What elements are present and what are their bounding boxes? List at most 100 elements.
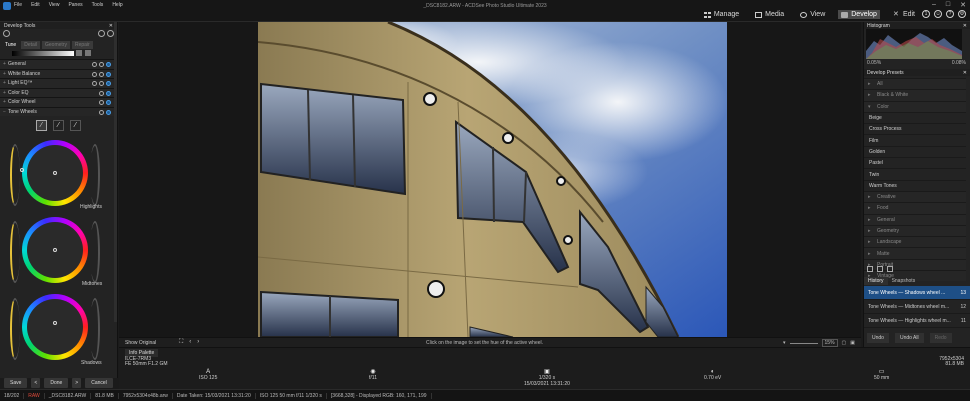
section-tone-wheels[interactable]: − Tone Wheels	[0, 106, 117, 116]
zoom-level[interactable]: 15%	[821, 339, 838, 347]
reset-icon[interactable]	[92, 62, 97, 67]
toggle-icon[interactable]	[106, 100, 111, 105]
mode-edit[interactable]: ✕ Edit	[890, 10, 918, 19]
image-canvas[interactable]	[119, 22, 861, 337]
help-icon[interactable]: ?	[946, 10, 954, 18]
show-original-toggle[interactable]: Show Original	[125, 340, 156, 346]
highlights-saturation-slider[interactable]	[90, 144, 100, 206]
photo-preview[interactable]	[258, 22, 727, 337]
menu-icon[interactable]	[99, 62, 104, 67]
save-button[interactable]: Save	[4, 378, 28, 388]
mode-manage[interactable]: Manage	[701, 10, 742, 19]
tab-history[interactable]: History	[864, 277, 888, 285]
highlights-color-wheel[interactable]	[20, 140, 88, 206]
settings-icon[interactable]: ⚙	[958, 10, 966, 18]
cancel-button[interactable]: Cancel	[85, 378, 113, 388]
preset-pastel[interactable]: Pastel	[864, 157, 966, 168]
maximize-button[interactable]: □	[946, 1, 950, 9]
paste-settings-icon[interactable]	[107, 30, 114, 37]
eyedropper-icon[interactable]: ⁄	[36, 120, 47, 131]
preset-landscape[interactable]: ▸ Landscape	[864, 236, 966, 248]
preset-general[interactable]: ▸ General	[864, 213, 966, 225]
add-preset-icon[interactable]	[867, 266, 873, 272]
midtones-luminance-slider[interactable]	[10, 221, 20, 283]
preset-all[interactable]: ▸ All	[864, 78, 966, 90]
preset-black-white[interactable]: ▸ Black & White	[864, 89, 966, 101]
mode-media[interactable]: Media	[752, 10, 787, 19]
reset-icon[interactable]	[92, 81, 97, 86]
preset-warm-tones[interactable]: Warm Tones	[864, 179, 966, 191]
mode-develop[interactable]: Develop	[838, 10, 880, 19]
done-button[interactable]: Done	[44, 378, 69, 388]
shadow-clip-icon[interactable]	[76, 50, 82, 56]
highlights-hue-handle[interactable]	[20, 168, 24, 172]
shadows-luminance-slider[interactable]	[10, 298, 20, 360]
preset-twin[interactable]: Twin	[864, 168, 966, 179]
preset-matte[interactable]: ▸ Matte	[864, 247, 966, 259]
preset-beige[interactable]: Beige	[864, 111, 966, 123]
preset-creative[interactable]: ▸ Creative	[864, 190, 966, 203]
midtones-color-wheel[interactable]	[22, 217, 88, 283]
preset-color[interactable]: ▾ Color	[864, 100, 966, 112]
section-color-wheel[interactable]: + Color Wheel	[0, 97, 117, 107]
prev-button[interactable]: <	[31, 378, 41, 388]
copy-settings-icon[interactable]	[98, 30, 105, 37]
history-item[interactable]: Tone Wheels — Highlights wheel m... 11	[864, 314, 970, 328]
tab-snapshots[interactable]: Snapshots	[888, 277, 920, 285]
redo-button[interactable]: Redo	[929, 333, 952, 343]
highlight-clip-icon[interactable]	[85, 50, 91, 56]
histogram-close-icon[interactable]: ✕	[963, 23, 967, 29]
menu-icon[interactable]	[99, 81, 104, 86]
toggle-icon[interactable]	[106, 109, 111, 115]
minimize-button[interactable]: –	[932, 1, 936, 9]
zoom-out-icon[interactable]: ▾	[783, 340, 786, 346]
midtones-saturation-slider[interactable]	[90, 221, 100, 283]
undo-button[interactable]: Undo	[867, 333, 889, 343]
tab-repair[interactable]: Repair	[71, 41, 93, 49]
tab-geometry[interactable]: Geometry	[42, 41, 70, 49]
eyedropper-highlight-icon[interactable]: ⁄	[53, 120, 64, 131]
reset-icon[interactable]	[3, 30, 10, 37]
next-button[interactable]: >	[72, 378, 82, 388]
pin-icon[interactable]: ✕	[109, 23, 113, 29]
mode-view[interactable]: View	[797, 10, 828, 19]
left-panel-scrollbar[interactable]	[114, 22, 117, 322]
fit-icon[interactable]: ▢	[842, 340, 847, 346]
section-light-eq[interactable]: + Light EQ™	[0, 78, 117, 88]
dashboard-icon[interactable]: 1	[922, 10, 930, 18]
preset-film[interactable]: Film	[864, 134, 966, 145]
reset-icon[interactable]	[92, 71, 97, 77]
menu-icon[interactable]	[99, 100, 104, 105]
history-item[interactable]: Tone Wheels — Midtones wheel m... 12	[864, 300, 970, 314]
tab-detail[interactable]: Detail	[21, 41, 41, 49]
preset-food[interactable]: ▸ Food	[864, 202, 966, 214]
section-white-balance[interactable]: + White Balance	[0, 68, 117, 78]
preset-geometry[interactable]: ▸ Geometry	[864, 224, 966, 237]
highlights-luminance-slider[interactable]	[10, 144, 20, 206]
tab-tune[interactable]: Tune	[2, 41, 19, 49]
shadows-color-wheel[interactable]	[22, 294, 88, 360]
close-button[interactable]: ✕	[960, 1, 966, 9]
shadows-saturation-slider[interactable]	[90, 298, 100, 360]
section-color-eq[interactable]: + Color EQ	[0, 87, 117, 97]
history-item[interactable]: Tone Wheels — Shadows wheel ... 13	[864, 286, 970, 300]
toggle-icon[interactable]	[106, 62, 111, 67]
menu-icon[interactable]	[99, 71, 104, 77]
toggle-icon[interactable]	[106, 81, 111, 86]
highlights-center-handle[interactable]	[53, 171, 57, 175]
undo-all-button[interactable]: Undo All	[894, 333, 924, 343]
fullscreen-icon[interactable]: ⛶	[179, 339, 183, 346]
prev-image-icon[interactable]: ‹	[189, 339, 191, 346]
menu-icon[interactable]	[99, 109, 104, 115]
preset-golden[interactable]: Golden	[864, 145, 966, 157]
toggle-icon[interactable]	[106, 71, 111, 77]
next-image-icon[interactable]: ›	[197, 339, 199, 346]
midtones-center-handle[interactable]	[53, 248, 57, 252]
section-general[interactable]: + General	[0, 59, 117, 69]
import-preset-icon[interactable]	[887, 266, 893, 272]
preset-cross-process[interactable]: Cross Process	[864, 123, 966, 134]
actual-size-icon[interactable]: ▣	[850, 340, 855, 346]
emoji-icon[interactable]: ☺	[934, 10, 942, 18]
delete-preset-icon[interactable]	[877, 266, 883, 272]
zoom-slider[interactable]	[789, 342, 818, 344]
